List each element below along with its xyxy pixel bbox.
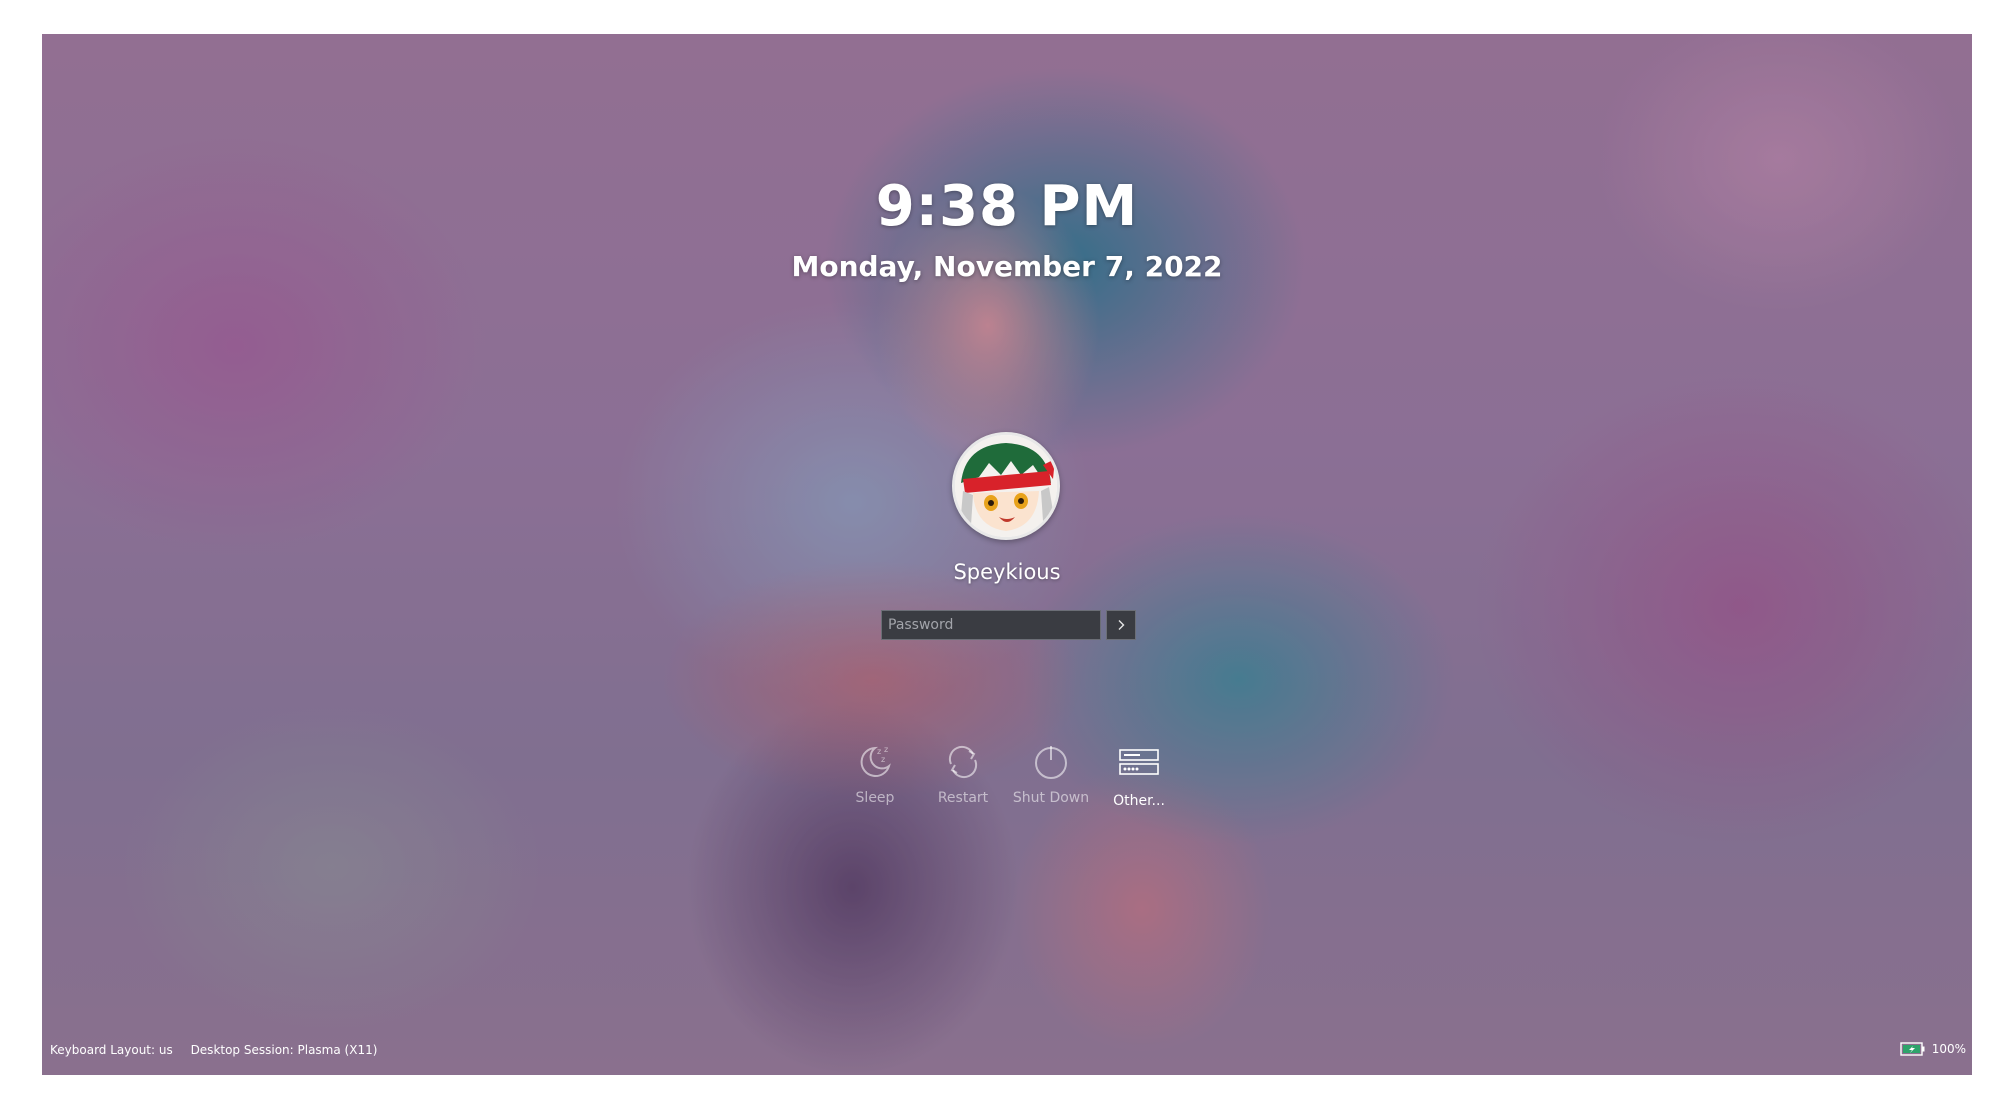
restart-icon [948,745,978,779]
shutdown-label: Shut Down [1012,790,1090,806]
sleep-button[interactable]: z z z Sleep [832,740,918,806]
battery-indicator: 100% [1899,1041,1966,1057]
restart-label: Restart [937,790,989,806]
battery-charging-icon [1899,1042,1925,1056]
desktop-session-button[interactable]: Desktop Session: Plasma (X11) [191,1043,378,1057]
sleep-moon-icon: z z z [860,745,891,777]
user-avatar-icon[interactable] [952,432,1060,540]
shutdown-button[interactable]: Shut Down [1008,740,1094,806]
username-label: Speykious [953,560,1061,584]
other-users-button[interactable]: Other... [1096,740,1182,809]
other-label: Other... [1113,793,1165,809]
other-users-icon [1119,749,1159,775]
svg-text:z: z [881,755,885,764]
clock-time: 9:38 PM [875,174,1139,239]
footer-info: Keyboard Layout: us Desktop Session: Pla… [50,1043,391,1057]
power-icon [1035,746,1067,779]
lock-screen: 9:38 PM Monday, November 7, 2022 Speykio… [42,34,1972,1075]
battery-percent: 100% [1931,1042,1966,1056]
avatar-image [955,435,1057,537]
login-submit-button[interactable] [1106,610,1136,640]
clock-date: Monday, November 7, 2022 [791,250,1223,283]
sleep-label: Sleep [855,790,895,806]
restart-button[interactable]: Restart [920,740,1006,806]
chevron-right-icon [1118,620,1125,630]
svg-text:z: z [884,745,888,754]
password-input[interactable] [881,610,1101,640]
keyboard-layout-button[interactable]: Keyboard Layout: us [50,1043,173,1057]
